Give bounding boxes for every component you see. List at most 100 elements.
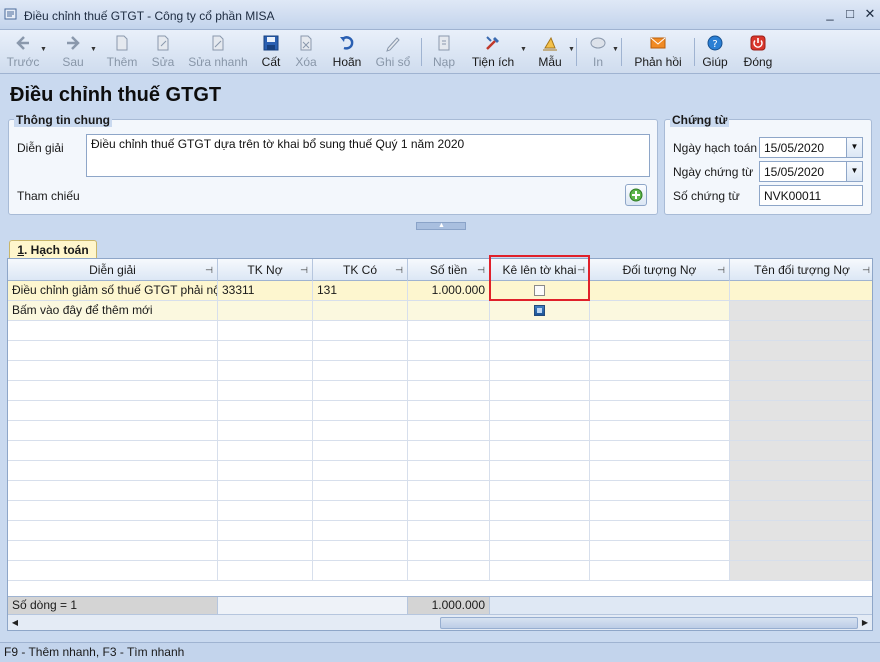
column-header-debit[interactable]: TK Nợ ⊣ bbox=[218, 259, 313, 281]
template-button[interactable]: Mẫu ▼ bbox=[536, 32, 575, 72]
empty-cell bbox=[8, 401, 218, 421]
new-row-cell[interactable] bbox=[218, 301, 313, 321]
minimize-button[interactable]: _ bbox=[822, 6, 838, 22]
cell-amount[interactable]: 1.000.000 bbox=[408, 281, 490, 301]
quick-edit-button[interactable]: Sửa nhanh bbox=[188, 32, 248, 72]
envelope-icon bbox=[650, 37, 666, 49]
pin-icon[interactable]: ⊣ bbox=[205, 259, 213, 281]
column-header-credit[interactable]: TK Có ⊣ bbox=[313, 259, 408, 281]
template-label: Mẫu bbox=[538, 55, 562, 69]
empty-cell bbox=[730, 521, 872, 541]
close-window-button[interactable]: ✕ bbox=[862, 6, 878, 22]
feedback-button[interactable]: Phản hồi bbox=[632, 32, 684, 72]
scroll-right-icon[interactable]: ▶ bbox=[859, 617, 871, 629]
chevron-down-icon: ▼ bbox=[520, 46, 527, 53]
chevron-down-icon[interactable]: ▼ bbox=[846, 138, 862, 157]
table-row[interactable]: Điều chỉnh giảm số thuế GTGT phải nộp 33… bbox=[8, 281, 872, 301]
pin-icon[interactable]: ⊣ bbox=[717, 259, 725, 281]
column-header-debit-object[interactable]: Đối tượng Nợ ⊣ bbox=[590, 259, 730, 281]
new-row-checkbox[interactable] bbox=[534, 305, 545, 316]
empty-cell bbox=[490, 561, 590, 581]
pin-icon[interactable]: ⊣ bbox=[477, 259, 485, 281]
empty-cell bbox=[590, 401, 730, 421]
tab-accounting[interactable]: 1. Hạch toán bbox=[9, 240, 97, 260]
close-button[interactable]: Đóng bbox=[742, 32, 774, 72]
app-icon bbox=[4, 8, 17, 20]
empty-cell bbox=[313, 361, 408, 381]
print-button[interactable]: In ▼ bbox=[586, 32, 619, 72]
cell-debit[interactable]: 33311 bbox=[218, 281, 313, 301]
column-header-label: TK Có bbox=[342, 263, 377, 277]
empty-cell bbox=[730, 441, 872, 461]
empty-cell bbox=[590, 481, 730, 501]
utilities-button[interactable]: Tiện ích ▼ bbox=[470, 32, 527, 72]
empty-row bbox=[8, 521, 872, 541]
empty-cell bbox=[490, 501, 590, 521]
load-icon bbox=[438, 35, 450, 51]
load-button[interactable]: Nạp bbox=[430, 32, 458, 72]
pin-icon[interactable]: ⊣ bbox=[300, 259, 308, 281]
cell-debit-object[interactable] bbox=[590, 281, 730, 301]
new-row-hint[interactable]: Bấm vào đây để thêm mới bbox=[8, 301, 218, 321]
edit-button[interactable]: Sửa bbox=[148, 32, 178, 72]
empty-row bbox=[8, 321, 872, 341]
cell-debit-object-name[interactable] bbox=[730, 281, 872, 301]
new-row-cell[interactable] bbox=[490, 301, 590, 321]
undo-button[interactable]: Hoãn bbox=[330, 32, 364, 72]
pin-icon[interactable]: ⊣ bbox=[862, 259, 870, 281]
horizontal-scrollbar[interactable]: ◀ ▶ bbox=[8, 614, 872, 630]
cell-credit[interactable]: 131 bbox=[313, 281, 408, 301]
pin-icon[interactable]: ⊣ bbox=[395, 259, 403, 281]
add-button[interactable]: Thêm bbox=[104, 32, 140, 72]
status-bar: F9 - Thêm nhanh, F3 - Tìm nhanh bbox=[0, 642, 880, 662]
toolbar-separator bbox=[694, 38, 695, 66]
empty-row bbox=[8, 461, 872, 481]
post-button[interactable]: Ghi sổ bbox=[374, 32, 412, 72]
maximize-button[interactable]: □ bbox=[842, 6, 858, 22]
scrollbar-thumb[interactable] bbox=[440, 617, 858, 629]
empty-cell bbox=[590, 501, 730, 521]
empty-cell bbox=[218, 361, 313, 381]
delete-icon bbox=[300, 35, 312, 51]
new-row-cell[interactable] bbox=[408, 301, 490, 321]
collapse-panel-button[interactable]: ▲ bbox=[416, 222, 466, 230]
voucher-title: Chứng từ bbox=[670, 113, 730, 127]
empty-cell bbox=[408, 421, 490, 441]
empty-cell bbox=[313, 421, 408, 441]
help-button[interactable]: ? Giúp bbox=[701, 32, 729, 72]
new-row-cell[interactable] bbox=[313, 301, 408, 321]
chevron-down-icon[interactable]: ▼ bbox=[846, 162, 862, 181]
feedback-label: Phản hồi bbox=[634, 55, 682, 69]
empty-cell bbox=[408, 541, 490, 561]
toolbar-separator bbox=[576, 38, 577, 66]
save-button[interactable]: Cất bbox=[258, 32, 284, 72]
delete-button[interactable]: Xóa bbox=[292, 32, 320, 72]
edit-label: Sửa bbox=[151, 55, 175, 69]
pencil-icon bbox=[386, 37, 400, 52]
description-input[interactable]: Điều chỉnh thuế GTGT dựa trên tờ khai bổ… bbox=[86, 134, 650, 177]
cell-description[interactable]: Điều chỉnh giảm số thuế GTGT phải nộp bbox=[8, 281, 218, 301]
empty-cell bbox=[408, 561, 490, 581]
next-button[interactable]: Sau ▼ bbox=[56, 32, 97, 72]
new-row[interactable]: Bấm vào đây để thêm mới bbox=[8, 301, 872, 321]
empty-cell bbox=[490, 481, 590, 501]
posting-date-value: 15/05/2020 bbox=[764, 141, 825, 155]
delete-label: Xóa bbox=[295, 55, 317, 69]
column-header-debit-object-name[interactable]: Tên đối tượng Nợ ⊣ bbox=[730, 259, 872, 281]
chevron-down-icon: ▼ bbox=[568, 46, 575, 53]
power-icon bbox=[750, 35, 766, 51]
add-reference-button[interactable] bbox=[625, 184, 647, 206]
scroll-left-icon[interactable]: ◀ bbox=[9, 617, 21, 629]
empty-cell bbox=[218, 501, 313, 521]
prev-button[interactable]: Trước ▼ bbox=[4, 32, 47, 72]
column-header-amount[interactable]: Số tiền ⊣ bbox=[408, 259, 490, 281]
new-row-cell[interactable] bbox=[590, 301, 730, 321]
voucher-date-input[interactable]: 15/05/2020 ▼ bbox=[759, 161, 863, 182]
column-header-description[interactable]: Diễn giải ⊣ bbox=[8, 259, 218, 281]
empty-cell bbox=[730, 421, 872, 441]
arrow-right-icon bbox=[67, 36, 80, 50]
empty-cell bbox=[408, 441, 490, 461]
posting-date-input[interactable]: 15/05/2020 ▼ bbox=[759, 137, 863, 158]
chevron-down-icon: ▼ bbox=[612, 46, 619, 53]
voucher-no-input[interactable]: NVK00011 bbox=[759, 185, 863, 206]
